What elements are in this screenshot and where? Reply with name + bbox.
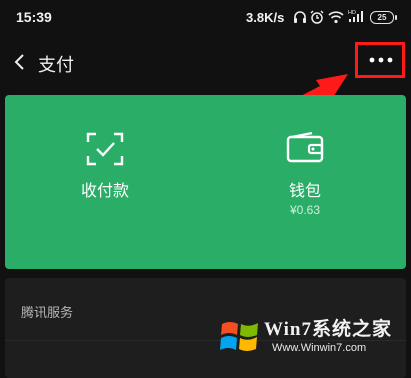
status-time: 15:39	[16, 9, 52, 25]
wallet-balance: ¥0.63	[289, 203, 321, 217]
alarm-icon	[310, 10, 324, 24]
watermark: Win7系统之家 Www.Winwin7.com	[214, 312, 410, 362]
pay-card: 收付款 钱包 ¥0.63	[5, 95, 406, 269]
network-speed: 3.8K/s	[246, 10, 285, 25]
wallet-button[interactable]: 钱包 ¥0.63	[205, 95, 405, 269]
watermark-url: Www.Winwin7.com	[272, 342, 367, 354]
receive-pay-button[interactable]: 收付款	[5, 95, 205, 269]
page-title: 支付	[38, 55, 74, 76]
status-bar: 15:39 3.8K/s HD 25	[0, 0, 411, 34]
windows-logo-icon	[220, 322, 258, 351]
wallet-label: 钱包	[288, 181, 321, 200]
services-title: 腾讯服务	[21, 306, 74, 321]
watermark-text: Win7系统之家	[264, 319, 393, 340]
hd-signal-icon: HD	[348, 10, 363, 22]
more-horizontal-icon[interactable]	[368, 57, 394, 63]
headphones-icon	[294, 11, 306, 23]
battery-icon: 25	[370, 11, 397, 24]
more-button-highlight[interactable]	[355, 42, 405, 78]
wifi-icon	[328, 11, 344, 24]
receive-pay-label: 收付款	[80, 181, 129, 200]
scan-qr-icon	[86, 132, 124, 166]
wallet-icon	[286, 132, 324, 163]
svg-text:HD: HD	[348, 10, 356, 16]
back-chevron-icon[interactable]	[10, 52, 30, 72]
